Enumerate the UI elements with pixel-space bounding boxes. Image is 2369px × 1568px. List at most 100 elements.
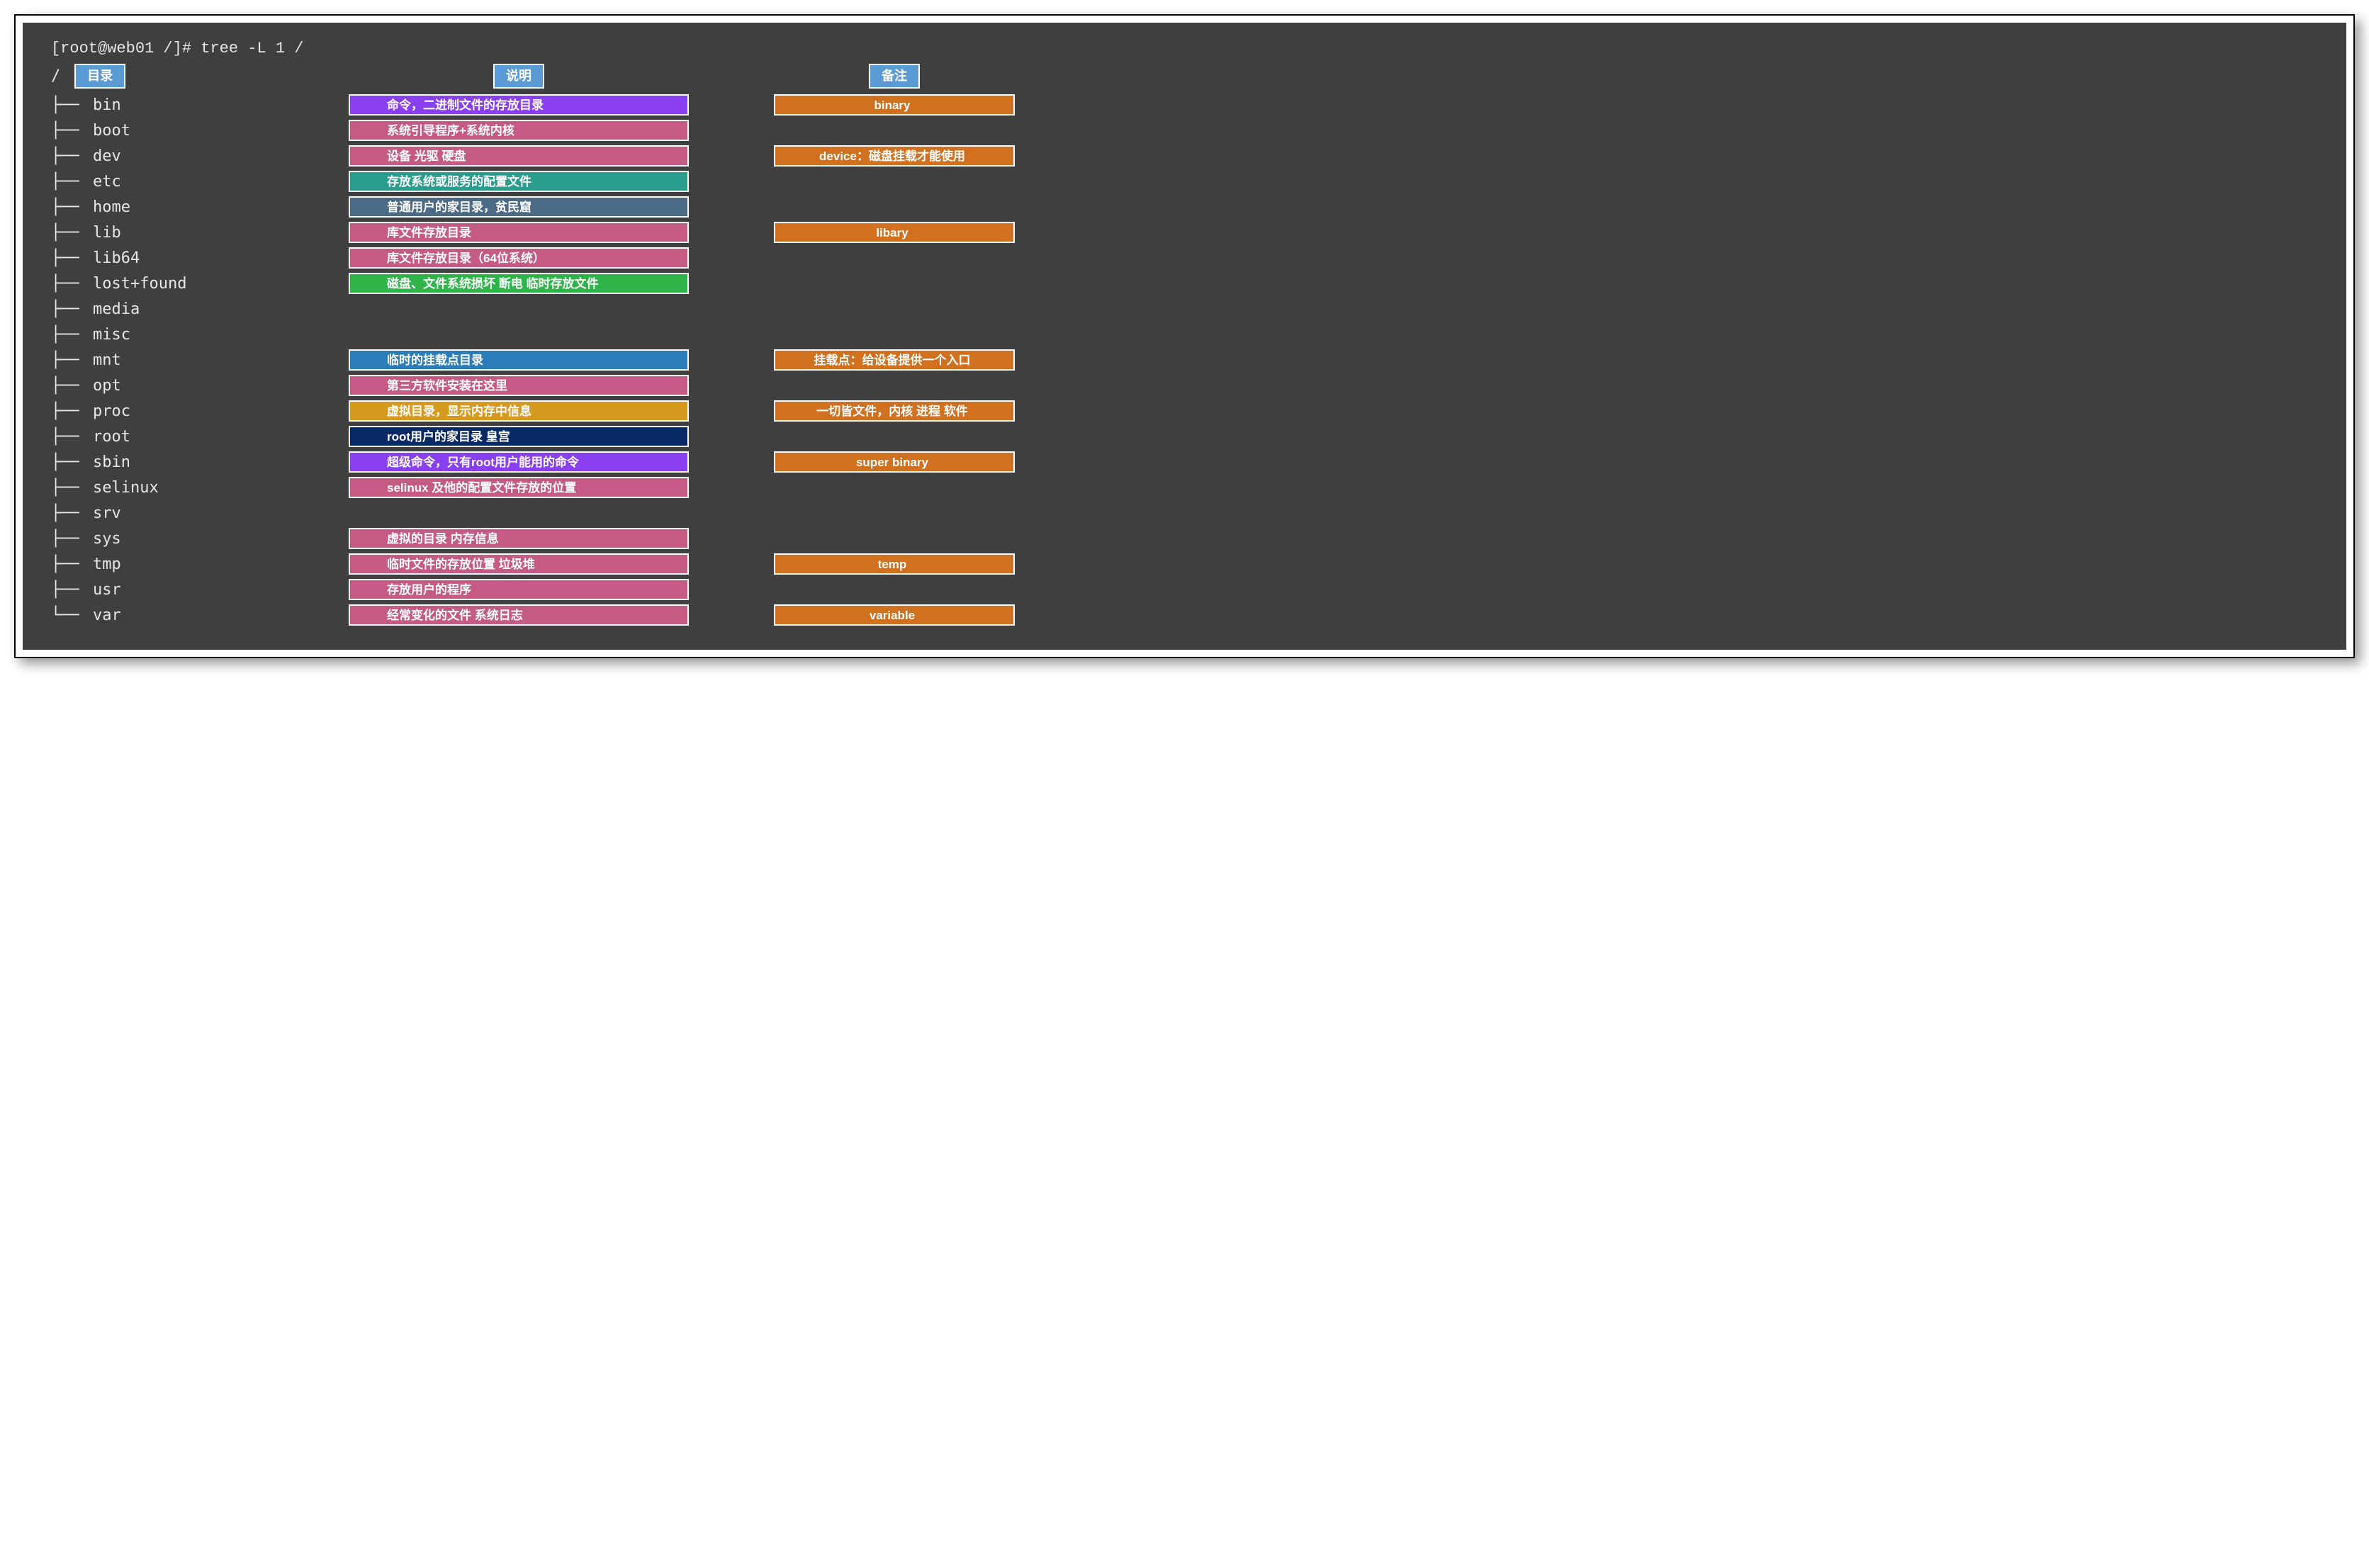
- tree-row: ├── proc虚拟目录，显示内存中信息一切皆文件，内核 进程 软件: [51, 399, 2318, 423]
- note-cell: super binary: [774, 451, 1015, 473]
- dir-name: home: [93, 196, 130, 219]
- tree-row: ├── lib64 库文件存放目录（64位系统）: [51, 246, 2318, 270]
- tree-branch-icon: ├──: [51, 374, 89, 397]
- tree-branch-icon: ├──: [51, 170, 89, 193]
- tree-branch-icon: ├──: [51, 196, 89, 219]
- desc-cell: selinux 及他的配置文件存放的位置: [349, 477, 689, 498]
- tree-row: ├── srv: [51, 501, 2318, 525]
- dir-name: dev: [93, 145, 121, 168]
- dir-name: boot: [93, 119, 130, 142]
- desc-cell: 经常变化的文件 系统日志: [349, 604, 689, 626]
- dir-cell: ├── lib64: [51, 247, 264, 270]
- tree-row: └── var 经常变化的文件 系统日志 variable: [51, 603, 2318, 627]
- dir-cell: ├── etc: [51, 170, 264, 193]
- tree-row: ├── dev 设备 光驱 硬盘 device：磁盘挂载才能使用: [51, 144, 2318, 168]
- desc-cell: 超级命令，只有root用户能用的命令: [349, 451, 689, 473]
- desc-cell: 第三方软件安装在这里: [349, 375, 689, 396]
- tree-branch-icon: ├──: [51, 247, 89, 270]
- tree-row: ├── home 普通用户的家目录，贫民窟: [51, 195, 2318, 219]
- desc-cell: 普通用户的家目录，贫民窟: [349, 196, 689, 218]
- desc-cell: 磁盘、文件系统损坏 断电 临时存放文件: [349, 273, 689, 294]
- desc-cell: 命令，二进制文件的存放目录: [349, 94, 689, 115]
- desc-cell: 库文件存放目录: [349, 222, 689, 243]
- dir-cell: ├── boot: [51, 119, 264, 142]
- desc-cell: 临时的挂载点目录: [349, 349, 689, 371]
- tree-rows-container: ├── bin命令，二进制文件的存放目录binary├── boot系统引导程序…: [51, 93, 2318, 627]
- root-slash: /: [51, 64, 60, 88]
- dir-cell: ├── home: [51, 196, 264, 219]
- header-desc-tag: 说明: [493, 64, 544, 89]
- dir-cell: ├── mnt: [51, 349, 264, 372]
- dir-cell: └── var: [51, 604, 264, 627]
- header-dir-cell: / 目录: [51, 64, 264, 89]
- header-row: / 目录 说明 备注: [51, 63, 2318, 89]
- tree-row: ├── rootroot用户的家目录 皇宫: [51, 424, 2318, 449]
- dir-name: srv: [93, 502, 121, 525]
- tree-row: ├── bin命令，二进制文件的存放目录binary: [51, 93, 2318, 117]
- dir-cell: ├── media: [51, 298, 264, 321]
- dir-cell: ├── opt: [51, 374, 264, 397]
- header-dir-tag: 目录: [74, 64, 125, 89]
- dir-name: root: [93, 425, 130, 449]
- tree-row: ├── tmp 临时文件的存放位置 垃圾堆 temp: [51, 552, 2318, 576]
- desc-cell: 库文件存放目录（64位系统）: [349, 247, 689, 269]
- tree-branch-icon: ├──: [51, 502, 89, 525]
- tree-branch-icon: ├──: [51, 451, 89, 474]
- tree-branch-icon: ├──: [51, 145, 89, 168]
- dir-cell: ├── dev: [51, 145, 264, 168]
- dir-name: lost+found: [93, 272, 186, 295]
- dir-name: etc: [93, 170, 121, 193]
- tree-branch-icon: ├──: [51, 221, 89, 244]
- note-cell: libary: [774, 222, 1015, 243]
- note-cell: 挂载点：给设备提供一个入口: [774, 349, 1015, 371]
- tree-branch-icon: ├──: [51, 400, 89, 423]
- dir-cell: ├── sbin: [51, 451, 264, 474]
- dir-cell: ├── srv: [51, 502, 264, 525]
- dir-name: lib: [93, 221, 121, 244]
- tree-row: ├── lib 库文件存放目录 libary: [51, 220, 2318, 244]
- dir-name: var: [93, 604, 121, 627]
- tree-row: ├── media: [51, 297, 2318, 321]
- dir-name: usr: [93, 578, 121, 602]
- tree-branch-icon: ├──: [51, 553, 89, 576]
- tree-row: ├── misc: [51, 322, 2318, 346]
- dir-cell: ├── lib: [51, 221, 264, 244]
- tree-branch-icon: ├──: [51, 476, 89, 500]
- tree-row: ├── lost+found 磁盘、文件系统损坏 断电 临时存放文件: [51, 271, 2318, 295]
- tree-branch-icon: ├──: [51, 349, 89, 372]
- header-note-tag: 备注: [869, 64, 920, 89]
- dir-name: selinux: [93, 476, 159, 500]
- tree-row: ├── selinux selinux 及他的配置文件存放的位置: [51, 475, 2318, 500]
- tree-row: ├── opt 第三方软件安装在这里: [51, 373, 2318, 397]
- tree-row: ├── sys虚拟的目录 内存信息: [51, 526, 2318, 551]
- dir-cell: ├── tmp: [51, 553, 264, 576]
- note-cell: variable: [774, 604, 1015, 626]
- tree-branch-icon: └──: [51, 604, 89, 627]
- tree-branch-icon: ├──: [51, 298, 89, 321]
- desc-cell: root用户的家目录 皇宫: [349, 426, 689, 447]
- desc-cell: 系统引导程序+系统内核: [349, 120, 689, 141]
- desc-cell: 虚拟目录，显示内存中信息: [349, 400, 689, 422]
- tree-branch-icon: ├──: [51, 94, 89, 117]
- dir-cell: ├── selinux: [51, 476, 264, 500]
- tree-branch-icon: ├──: [51, 272, 89, 295]
- dir-cell: ├── lost+found: [51, 272, 264, 295]
- tree-row: ├── mnt 临时的挂载点目录 挂载点：给设备提供一个入口: [51, 348, 2318, 372]
- dir-cell: ├── misc: [51, 323, 264, 346]
- tree-row: ├── boot 系统引导程序+系统内核: [51, 118, 2318, 142]
- dir-name: media: [93, 298, 140, 321]
- tree-branch-icon: ├──: [51, 323, 89, 346]
- dir-name: lib64: [93, 247, 140, 270]
- terminal-panel: [root@web01 /]# tree -L 1 / / 目录 说明 备注 ├…: [23, 23, 2346, 650]
- dir-name: tmp: [93, 553, 121, 576]
- shell-prompt: [root@web01 /]# tree -L 1 /: [51, 37, 2318, 60]
- note-cell: device：磁盘挂载才能使用: [774, 145, 1015, 167]
- dir-name: misc: [93, 323, 130, 346]
- dir-name: proc: [93, 400, 130, 423]
- tree-row: ├── usr存放用户的程序: [51, 577, 2318, 602]
- desc-cell: 临时文件的存放位置 垃圾堆: [349, 553, 689, 575]
- desc-cell: 设备 光驱 硬盘: [349, 145, 689, 167]
- note-cell: temp: [774, 553, 1015, 575]
- tree-row: ├── sbin 超级命令，只有root用户能用的命令 super binary: [51, 450, 2318, 474]
- dir-cell: ├── usr: [51, 578, 264, 602]
